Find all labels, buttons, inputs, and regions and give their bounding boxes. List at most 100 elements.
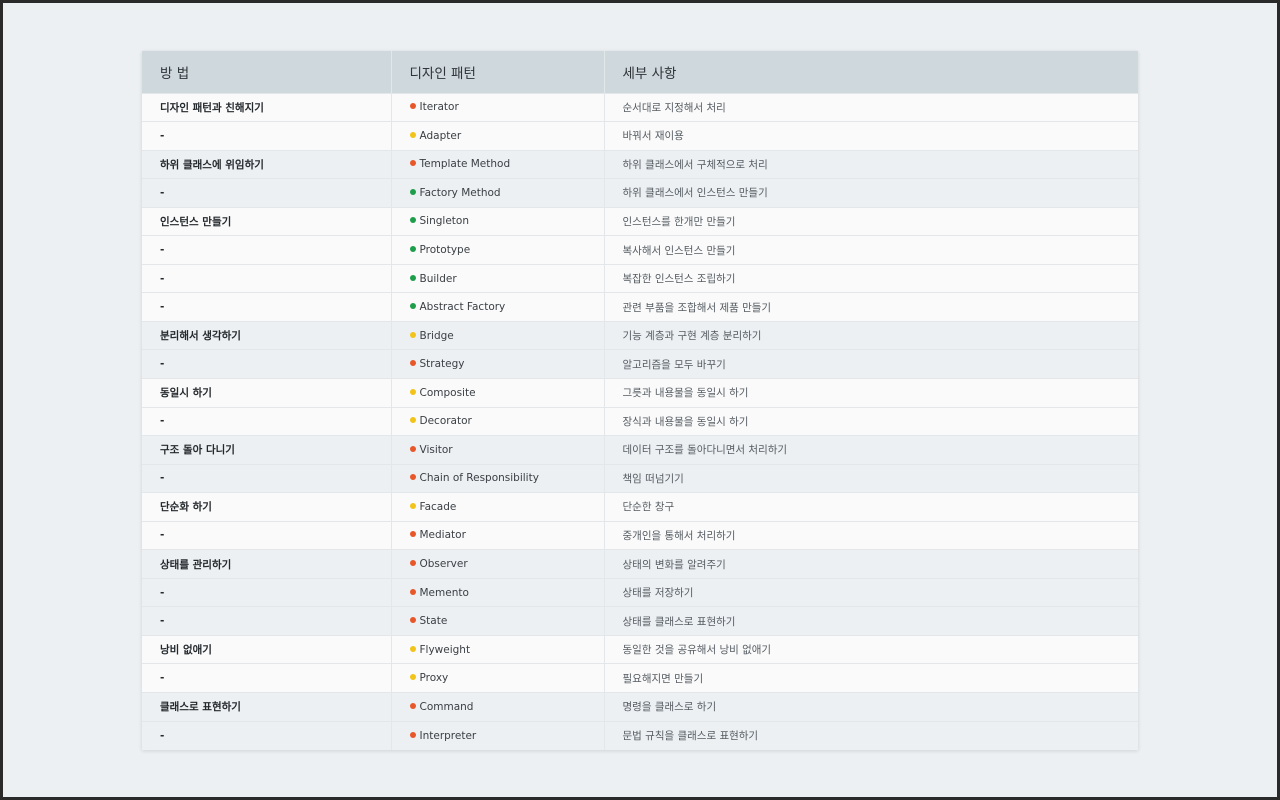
method-cell: - <box>142 463 392 493</box>
header-detail: 세부 사항 <box>604 51 1138 93</box>
table-row: - Abstract Factory 관련 부품을 조합해서 제품 만들기 <box>142 292 1138 322</box>
detail-cell: 복잡한 인스턴스 조립하기 <box>604 263 1138 293</box>
pattern-cell: Memento <box>391 577 605 607</box>
status-dot-icon <box>409 188 416 195</box>
status-dot-icon <box>409 731 416 738</box>
status-dot-icon <box>409 474 416 481</box>
pattern-table: 방 법 디자인 패턴 세부 사항 디자인 패턴과 친해지기 Iterator 순서대… <box>142 51 1138 750</box>
table-row: - Adapter 바꿔서 재이용 <box>142 121 1138 151</box>
table-row: 상태를 관리하기 Observer 상태의 변화를 알려주기 <box>142 549 1138 579</box>
method-cell: - <box>142 520 392 550</box>
table-row: - Builder 복잡한 인스턴스 조립하기 <box>142 263 1138 293</box>
pattern-cell: Chain of Responsibility <box>391 463 605 493</box>
detail-cell: 상태를 저장하기 <box>604 577 1138 607</box>
status-dot-icon <box>409 617 416 624</box>
detail-cell: 동일한 것을 공유해서 낭비 없애기 <box>604 634 1138 664</box>
pattern-cell: Singleton <box>391 206 605 236</box>
method-cell: - <box>142 606 392 636</box>
table-header: 방 법 디자인 패턴 세부 사항 <box>142 51 1138 93</box>
table-row: 단순화 하기 Facade 단순한 창구 <box>142 492 1138 522</box>
pattern-name: Composite <box>419 386 476 399</box>
pattern-cell: Prototype <box>391 235 605 265</box>
pattern-name: Iterator <box>419 101 459 114</box>
status-dot-icon <box>409 160 416 167</box>
detail-cell: 하위 클래스에서 인스턴스 만들기 <box>604 178 1138 208</box>
status-dot-icon <box>409 331 416 338</box>
status-dot-icon <box>409 360 416 367</box>
pattern-cell: Iterator <box>391 92 605 122</box>
pattern-cell: Adapter <box>391 121 605 151</box>
pattern-name: Interpreter <box>419 729 477 742</box>
method-cell: - <box>142 235 392 265</box>
header-pattern: 디자인 패턴 <box>391 51 605 93</box>
pattern-name: Mediator <box>419 529 466 542</box>
detail-cell: 인스턴스를 한개만 만들기 <box>604 206 1138 236</box>
detail-cell: 필요해지면 만들기 <box>604 663 1138 693</box>
pattern-name: Decorator <box>419 415 472 428</box>
pattern-cell: Bridge <box>391 320 605 350</box>
pattern-name: Bridge <box>419 329 454 342</box>
pattern-name: Adapter <box>419 129 462 142</box>
detail-cell: 하위 클래스에서 구체적으로 처리 <box>604 149 1138 179</box>
pattern-cell: Factory Method <box>391 178 605 208</box>
status-dot-icon <box>409 217 416 224</box>
method-cell: 구조 돌아 다니기 <box>142 435 392 465</box>
pattern-cell: Facade <box>391 492 605 522</box>
detail-cell: 문법 규칙을 클래스로 표현하기 <box>604 720 1138 750</box>
table-row: - Mediator 중개인을 통해서 처리하기 <box>142 520 1138 550</box>
detail-cell: 장식과 내용물을 동일시 하기 <box>604 406 1138 436</box>
method-cell: 단순화 하기 <box>142 492 392 522</box>
table-row: 낭비 없애기 Flyweight 동일한 것을 공유해서 낭비 없애기 <box>142 634 1138 664</box>
method-cell: 하위 클래스에 위임하기 <box>142 149 392 179</box>
pattern-name: Visitor <box>419 443 453 456</box>
pattern-name: Prototype <box>419 244 471 256</box>
pattern-cell: Command <box>391 691 605 722</box>
detail-cell: 중개인을 통해서 처리하기 <box>604 520 1138 550</box>
pattern-cell: Composite <box>391 377 605 408</box>
table-row: 동일시 하기 Composite 그릇과 내용물을 동일시 하기 <box>142 377 1138 408</box>
table-row: 구조 돌아 다니기 Visitor 데이터 구조를 돌아다니면서 처리하기 <box>142 435 1138 465</box>
method-cell: - <box>142 577 392 607</box>
detail-cell: 바꿔서 재이용 <box>604 121 1138 151</box>
status-dot-icon <box>409 303 416 310</box>
pattern-cell: Abstract Factory <box>391 292 605 322</box>
method-cell: 클래스로 표현하기 <box>142 691 392 722</box>
detail-cell: 명령을 클래스로 하기 <box>604 691 1138 722</box>
detail-cell: 복사해서 인스턴스 만들기 <box>604 235 1138 265</box>
method-cell: 인스턴스 만들기 <box>142 206 392 236</box>
method-cell: - <box>142 720 392 750</box>
status-dot-icon <box>409 274 416 281</box>
method-cell: - <box>142 349 392 379</box>
pattern-cell: Mediator <box>391 520 605 550</box>
table-row: 인스턴스 만들기 Singleton 인스턴스를 한개만 만들기 <box>142 206 1138 236</box>
table-row: - Prototype 복사해서 인스턴스 만들기 <box>142 235 1138 265</box>
pattern-name: Template Method <box>419 158 511 171</box>
pattern-cell: Observer <box>391 549 605 579</box>
pattern-name: Factory Method <box>419 186 501 199</box>
table-row: - Strategy 알고리즘을 모두 바꾸기 <box>142 349 1138 379</box>
pattern-cell: Interpreter <box>391 720 605 750</box>
status-dot-icon <box>409 445 416 452</box>
header-row: 방 법 디자인 패턴 세부 사항 <box>142 51 1138 93</box>
pattern-cell: Strategy <box>391 349 605 379</box>
pattern-name: Command <box>419 700 474 713</box>
table-row: - Factory Method 하위 클래스에서 인스턴스 만들기 <box>142 178 1138 208</box>
pattern-name: Singleton <box>419 215 469 228</box>
detail-cell: 그릇과 내용물을 동일시 하기 <box>604 377 1138 408</box>
pattern-cell: Proxy <box>391 663 605 693</box>
pattern-name: Facade <box>419 500 457 513</box>
method-cell: - <box>142 121 392 151</box>
table-row: - Decorator 장식과 내용물을 동일시 하기 <box>142 406 1138 436</box>
detail-cell: 순서대로 지정해서 처리 <box>604 92 1138 122</box>
table-row: 디자인 패턴과 친해지기 Iterator 순서대로 지정해서 처리 <box>142 92 1138 122</box>
pattern-name: Abstract Factory <box>419 301 506 314</box>
detail-cell: 단순한 창구 <box>604 492 1138 522</box>
table-row: 분리해서 생각하기 Bridge 기능 계층과 구현 계층 분리하기 <box>142 320 1138 350</box>
detail-cell: 데이터 구조를 돌아다니면서 처리하기 <box>604 435 1138 465</box>
pattern-cell: Builder <box>391 263 605 293</box>
detail-cell: 상태의 변화를 알려주기 <box>604 549 1138 579</box>
method-cell: - <box>142 292 392 322</box>
status-dot-icon <box>409 531 416 538</box>
table-row: - Proxy 필요해지면 만들기 <box>142 663 1138 693</box>
pattern-name: Strategy <box>419 358 465 371</box>
